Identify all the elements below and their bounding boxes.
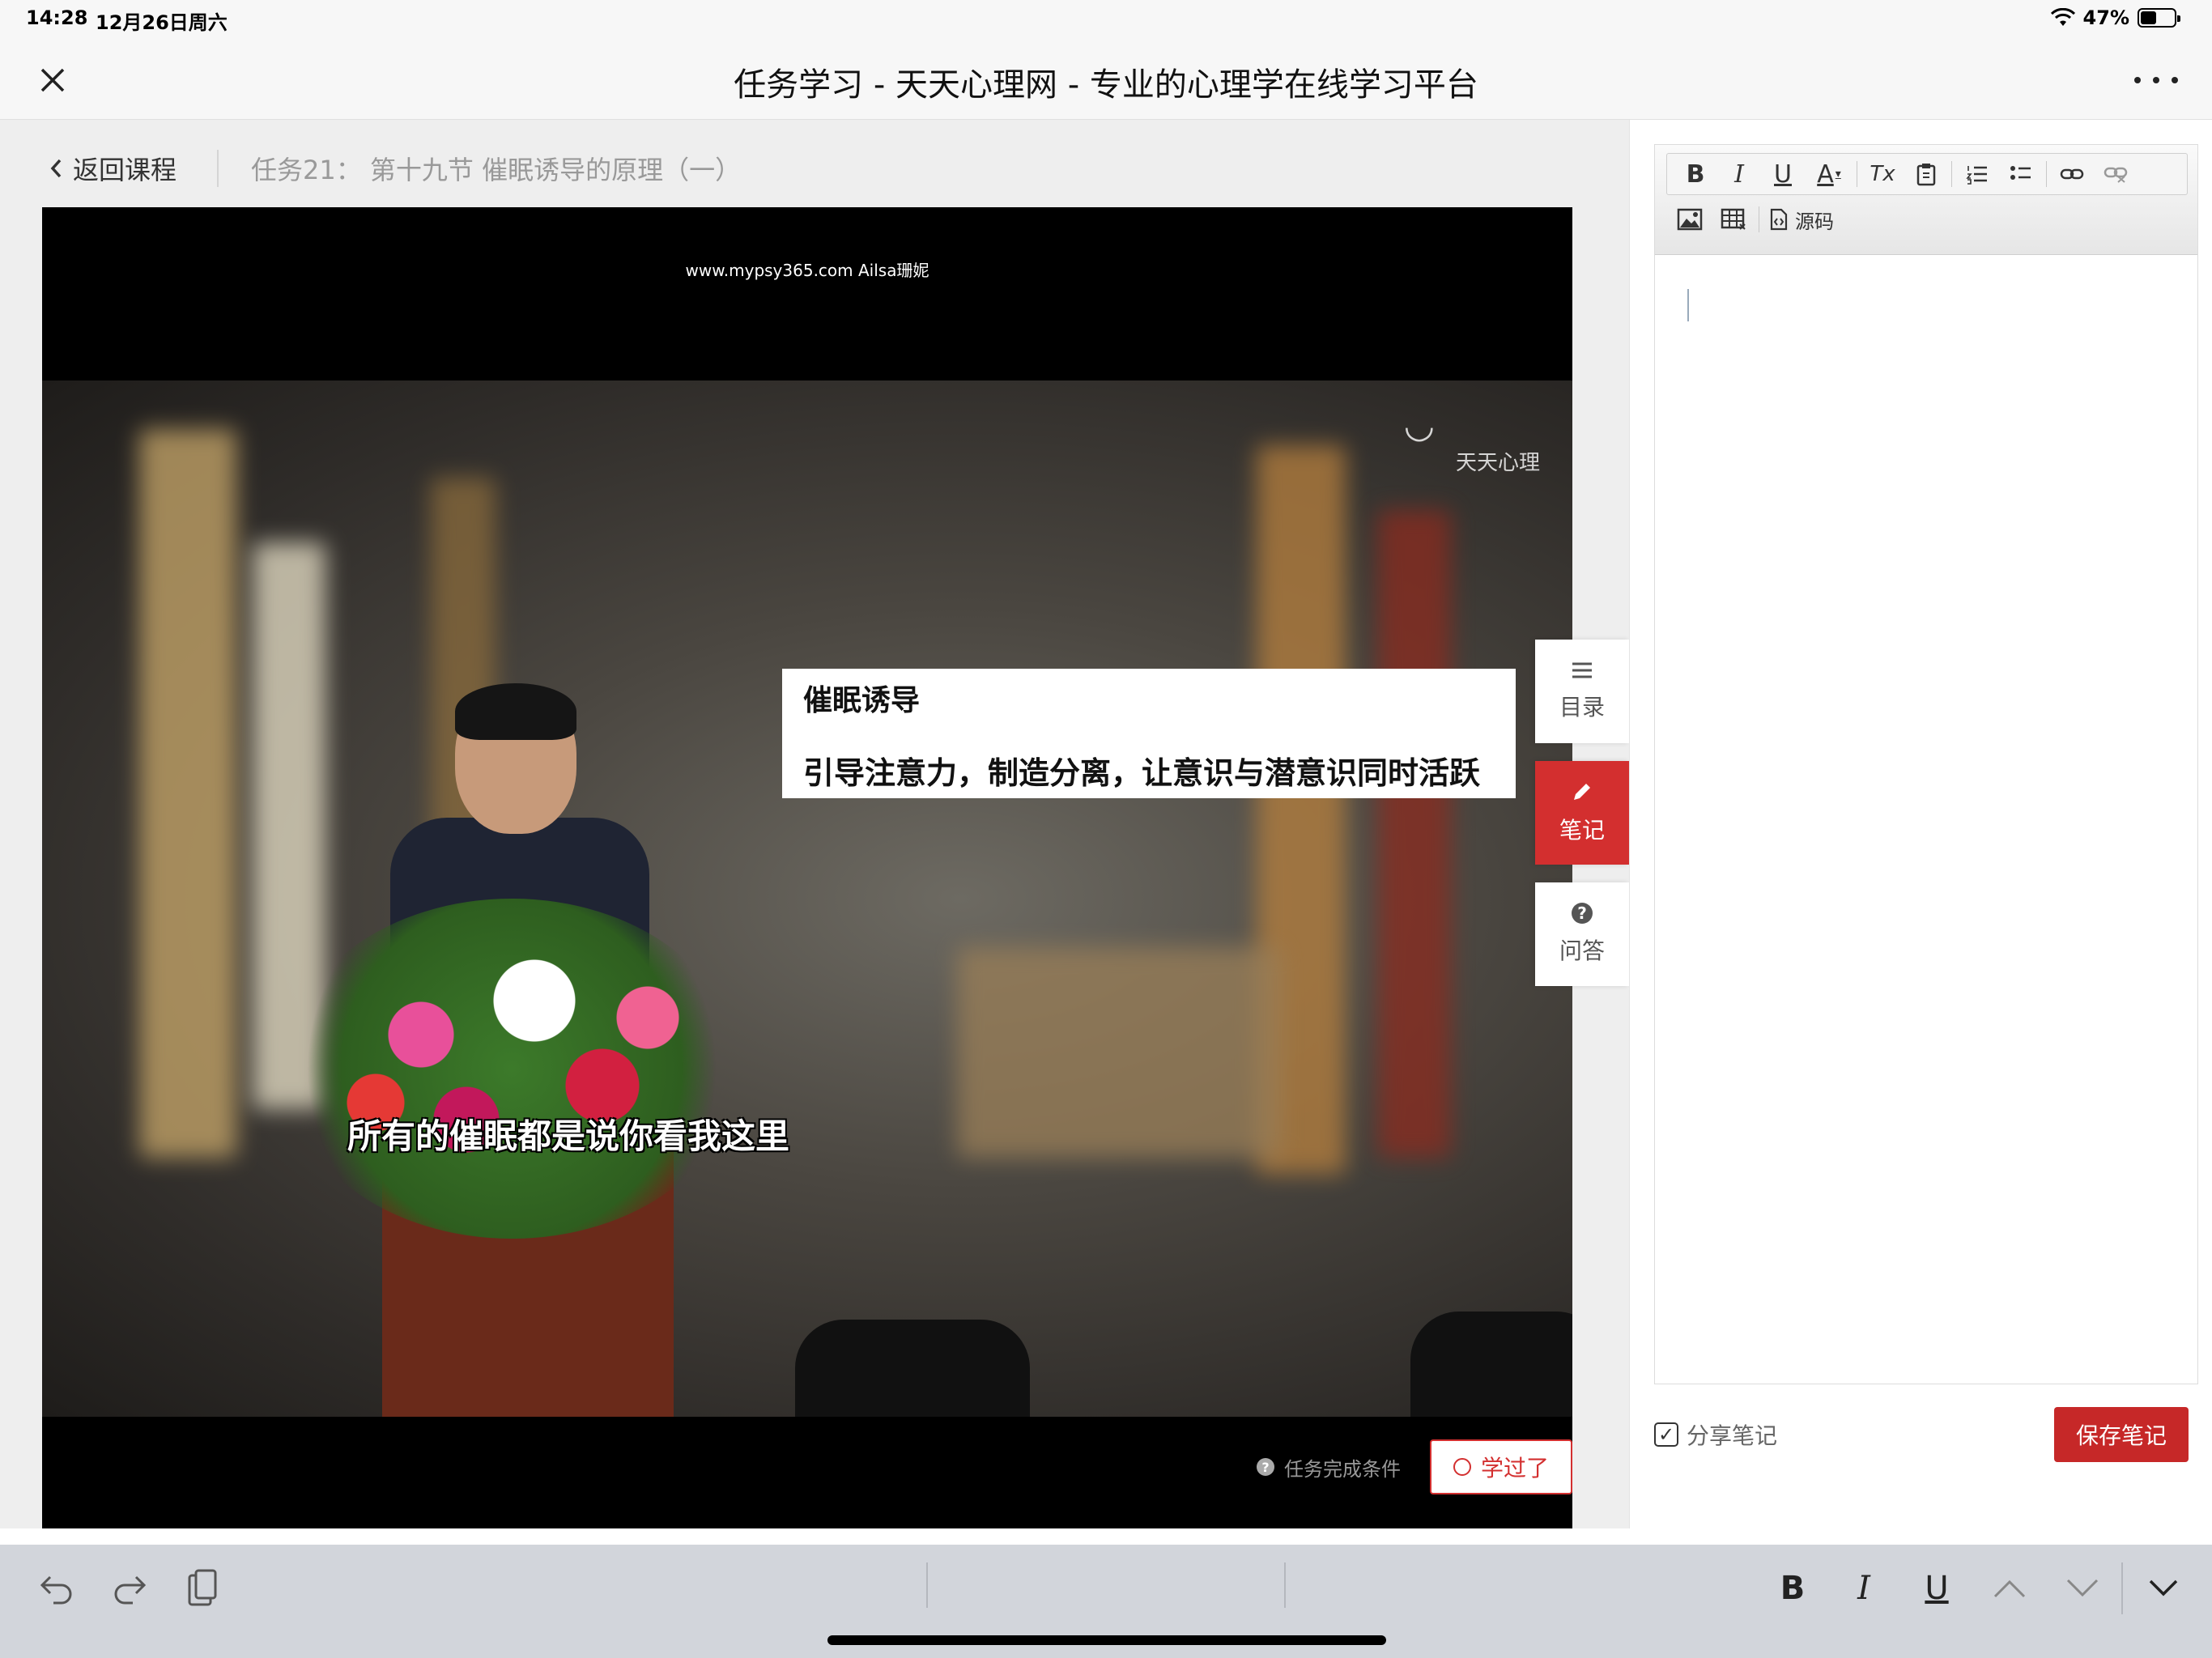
dismiss-keyboard-button[interactable] <box>2141 1562 2186 1614</box>
clear-format-button[interactable]: Tx <box>1861 156 1904 192</box>
keyboard-accessory-bar: B I U <box>0 1528 2212 1658</box>
logo-text: 天天心理 <box>1455 451 1540 475</box>
battery-icon <box>2138 8 2180 28</box>
status-date: 12月26日周六 <box>96 11 228 34</box>
image-button[interactable] <box>1668 202 1712 237</box>
mark-learned-button[interactable]: 学过了 <box>1430 1439 1572 1494</box>
watermark-logo: ◡ 天天心理 <box>1404 405 1540 476</box>
bold-button[interactable]: B <box>1674 156 1717 192</box>
status-time: 14:28 <box>26 6 88 29</box>
video-watermark: www.mypsy365.com Ailsa珊妮 <box>685 261 929 280</box>
flower-arrangement <box>285 899 738 1239</box>
paste-button[interactable] <box>1904 156 1948 192</box>
slide-heading: 催眠诱导 <box>803 684 921 717</box>
chevron-left-icon <box>50 159 62 178</box>
back-to-course-link[interactable]: 返回课程 <box>49 150 177 187</box>
video-subtitle: 所有的催眠都是说你看我这里 <box>347 1116 789 1156</box>
unlink-button[interactable] <box>2094 156 2138 192</box>
share-note-checkbox[interactable]: ✓ 分享笔记 <box>1654 1418 1777 1451</box>
note-editor-area[interactable] <box>1655 255 2197 1384</box>
kbd-underline-button[interactable]: U <box>1914 1562 1959 1614</box>
pencil-icon <box>1574 784 1590 800</box>
bulleted-list-icon <box>2010 166 2031 180</box>
chevron-down-icon <box>2066 1579 2099 1597</box>
breadcrumb: 返回课程 任务21： 第十九节 催眠诱导的原理（一） <box>49 144 741 193</box>
task-title: 任务21： 第十九节 催眠诱导的原理（一） <box>251 155 742 185</box>
table-button[interactable] <box>1712 202 1755 237</box>
circle-icon <box>1453 1458 1471 1476</box>
text-color-label: A <box>1817 159 1834 189</box>
editor-toolbar: B I U A ▾ Tx 源码 <box>1655 145 2197 255</box>
battery-percent: 47% <box>2082 6 2129 29</box>
share-label: 分享笔记 <box>1687 1422 1778 1449</box>
page-title: 任务学习 - 天天心理网 - 专业的心理学在线学习平台 <box>734 66 1478 104</box>
chair <box>1410 1312 1572 1417</box>
text-caret <box>1687 289 1689 321</box>
breadcrumb-divider <box>217 150 219 187</box>
redo-icon <box>114 1575 147 1605</box>
list-icon <box>1572 662 1592 678</box>
image-icon <box>1677 208 1703 231</box>
table-icon <box>1721 208 1746 230</box>
help-icon: ? <box>1257 1458 1274 1476</box>
question-icon: ? <box>1572 903 1593 924</box>
link-icon <box>2060 168 2084 180</box>
unlink-icon <box>2104 167 2128 183</box>
source-code-button[interactable]: 源码 <box>1769 206 1834 234</box>
tab-notes-label: 笔记 <box>1559 817 1605 844</box>
status-bar: 14:28 12月26日周六 47% <box>0 0 2212 40</box>
status-indicators: 47% <box>2050 6 2180 29</box>
more-icon[interactable] <box>2134 62 2178 99</box>
redo-button[interactable] <box>107 1562 152 1614</box>
undo-button[interactable] <box>34 1562 79 1614</box>
chair <box>795 1320 1030 1417</box>
italic-button[interactable]: I <box>1717 156 1761 192</box>
tab-qa-label: 问答 <box>1559 937 1605 964</box>
undo-icon <box>40 1575 72 1605</box>
save-note-button[interactable]: 保存笔记 <box>2054 1407 2189 1462</box>
tab-catalog[interactable]: 目录 <box>1535 640 1629 743</box>
link-button[interactable] <box>2050 156 2094 192</box>
tab-qa[interactable]: ? 问答 <box>1535 882 1629 986</box>
notes-panel: B I U A ▾ Tx 源码 ✓ 分享笔记 保存笔记 <box>1629 120 2212 1528</box>
clipboard-icon <box>188 1569 217 1606</box>
source-icon <box>1770 208 1788 231</box>
side-tabs: 目录 笔记 ? 问答 <box>1535 640 1629 1004</box>
slide-body: 引导注意力，制造分离，让意识与潜意识同时活跃 <box>803 755 1481 791</box>
checkbox-checked-icon: ✓ <box>1654 1422 1678 1447</box>
chevron-down-icon <box>2149 1579 2178 1596</box>
video-player[interactable]: www.mypsy365.com Ailsa珊妮 ◡ 天天心理 催眠诱导 引导注… <box>42 207 1572 1535</box>
home-indicator <box>827 1635 1386 1645</box>
kbd-italic-button[interactable]: I <box>1841 1562 1887 1614</box>
main-content: 返回课程 任务21： 第十九节 催眠诱导的原理（一） www.mypsy365.… <box>0 120 1629 1535</box>
learned-label: 学过了 <box>1480 1455 1549 1482</box>
numbered-list-button[interactable] <box>1955 156 1999 192</box>
tab-notes[interactable]: 笔记 <box>1535 761 1629 865</box>
source-label: 源码 <box>1795 210 1834 233</box>
bulleted-list-button[interactable] <box>1999 156 2043 192</box>
text-color-button[interactable]: A ▾ <box>1805 156 1853 192</box>
clipboard-icon <box>1916 164 1936 186</box>
chevron-up-icon <box>1993 1579 2026 1598</box>
tab-catalog-label: 目录 <box>1559 694 1605 721</box>
toolbar-row-2: 源码 <box>1666 198 1909 240</box>
slide-card: 催眠诱导 引导注意力，制造分离，让意识与潜意识同时活跃 <box>782 669 1516 798</box>
smile-logo-icon: ◡ <box>1403 405 1435 446</box>
video-frame: ◡ 天天心理 催眠诱导 引导注意力，制造分离，让意识与潜意识同时活跃 所有的催眠… <box>42 380 1572 1417</box>
prev-field-button[interactable] <box>1987 1562 2032 1614</box>
back-label: 返回课程 <box>73 155 177 185</box>
paste-key[interactable] <box>180 1562 225 1614</box>
wifi-icon <box>2050 8 2075 26</box>
rich-text-editor: B I U A ▾ Tx 源码 <box>1654 144 2198 1384</box>
kbd-bold-button[interactable]: B <box>1770 1562 1815 1614</box>
underline-button[interactable]: U <box>1761 156 1805 192</box>
completion-condition[interactable]: ? 任务完成条件 <box>1257 1453 1401 1482</box>
numbered-list-icon <box>1966 166 1987 185</box>
next-field-button[interactable] <box>2060 1562 2105 1614</box>
condition-label: 任务完成条件 <box>1284 1457 1401 1481</box>
nav-bar: 任务学习 - 天天心理网 - 专业的心理学在线学习平台 <box>0 40 2212 120</box>
toolbar-row: B I U A ▾ Tx <box>1666 153 2188 195</box>
task-footer: ? 任务完成条件 学过了 <box>1257 1439 1572 1494</box>
